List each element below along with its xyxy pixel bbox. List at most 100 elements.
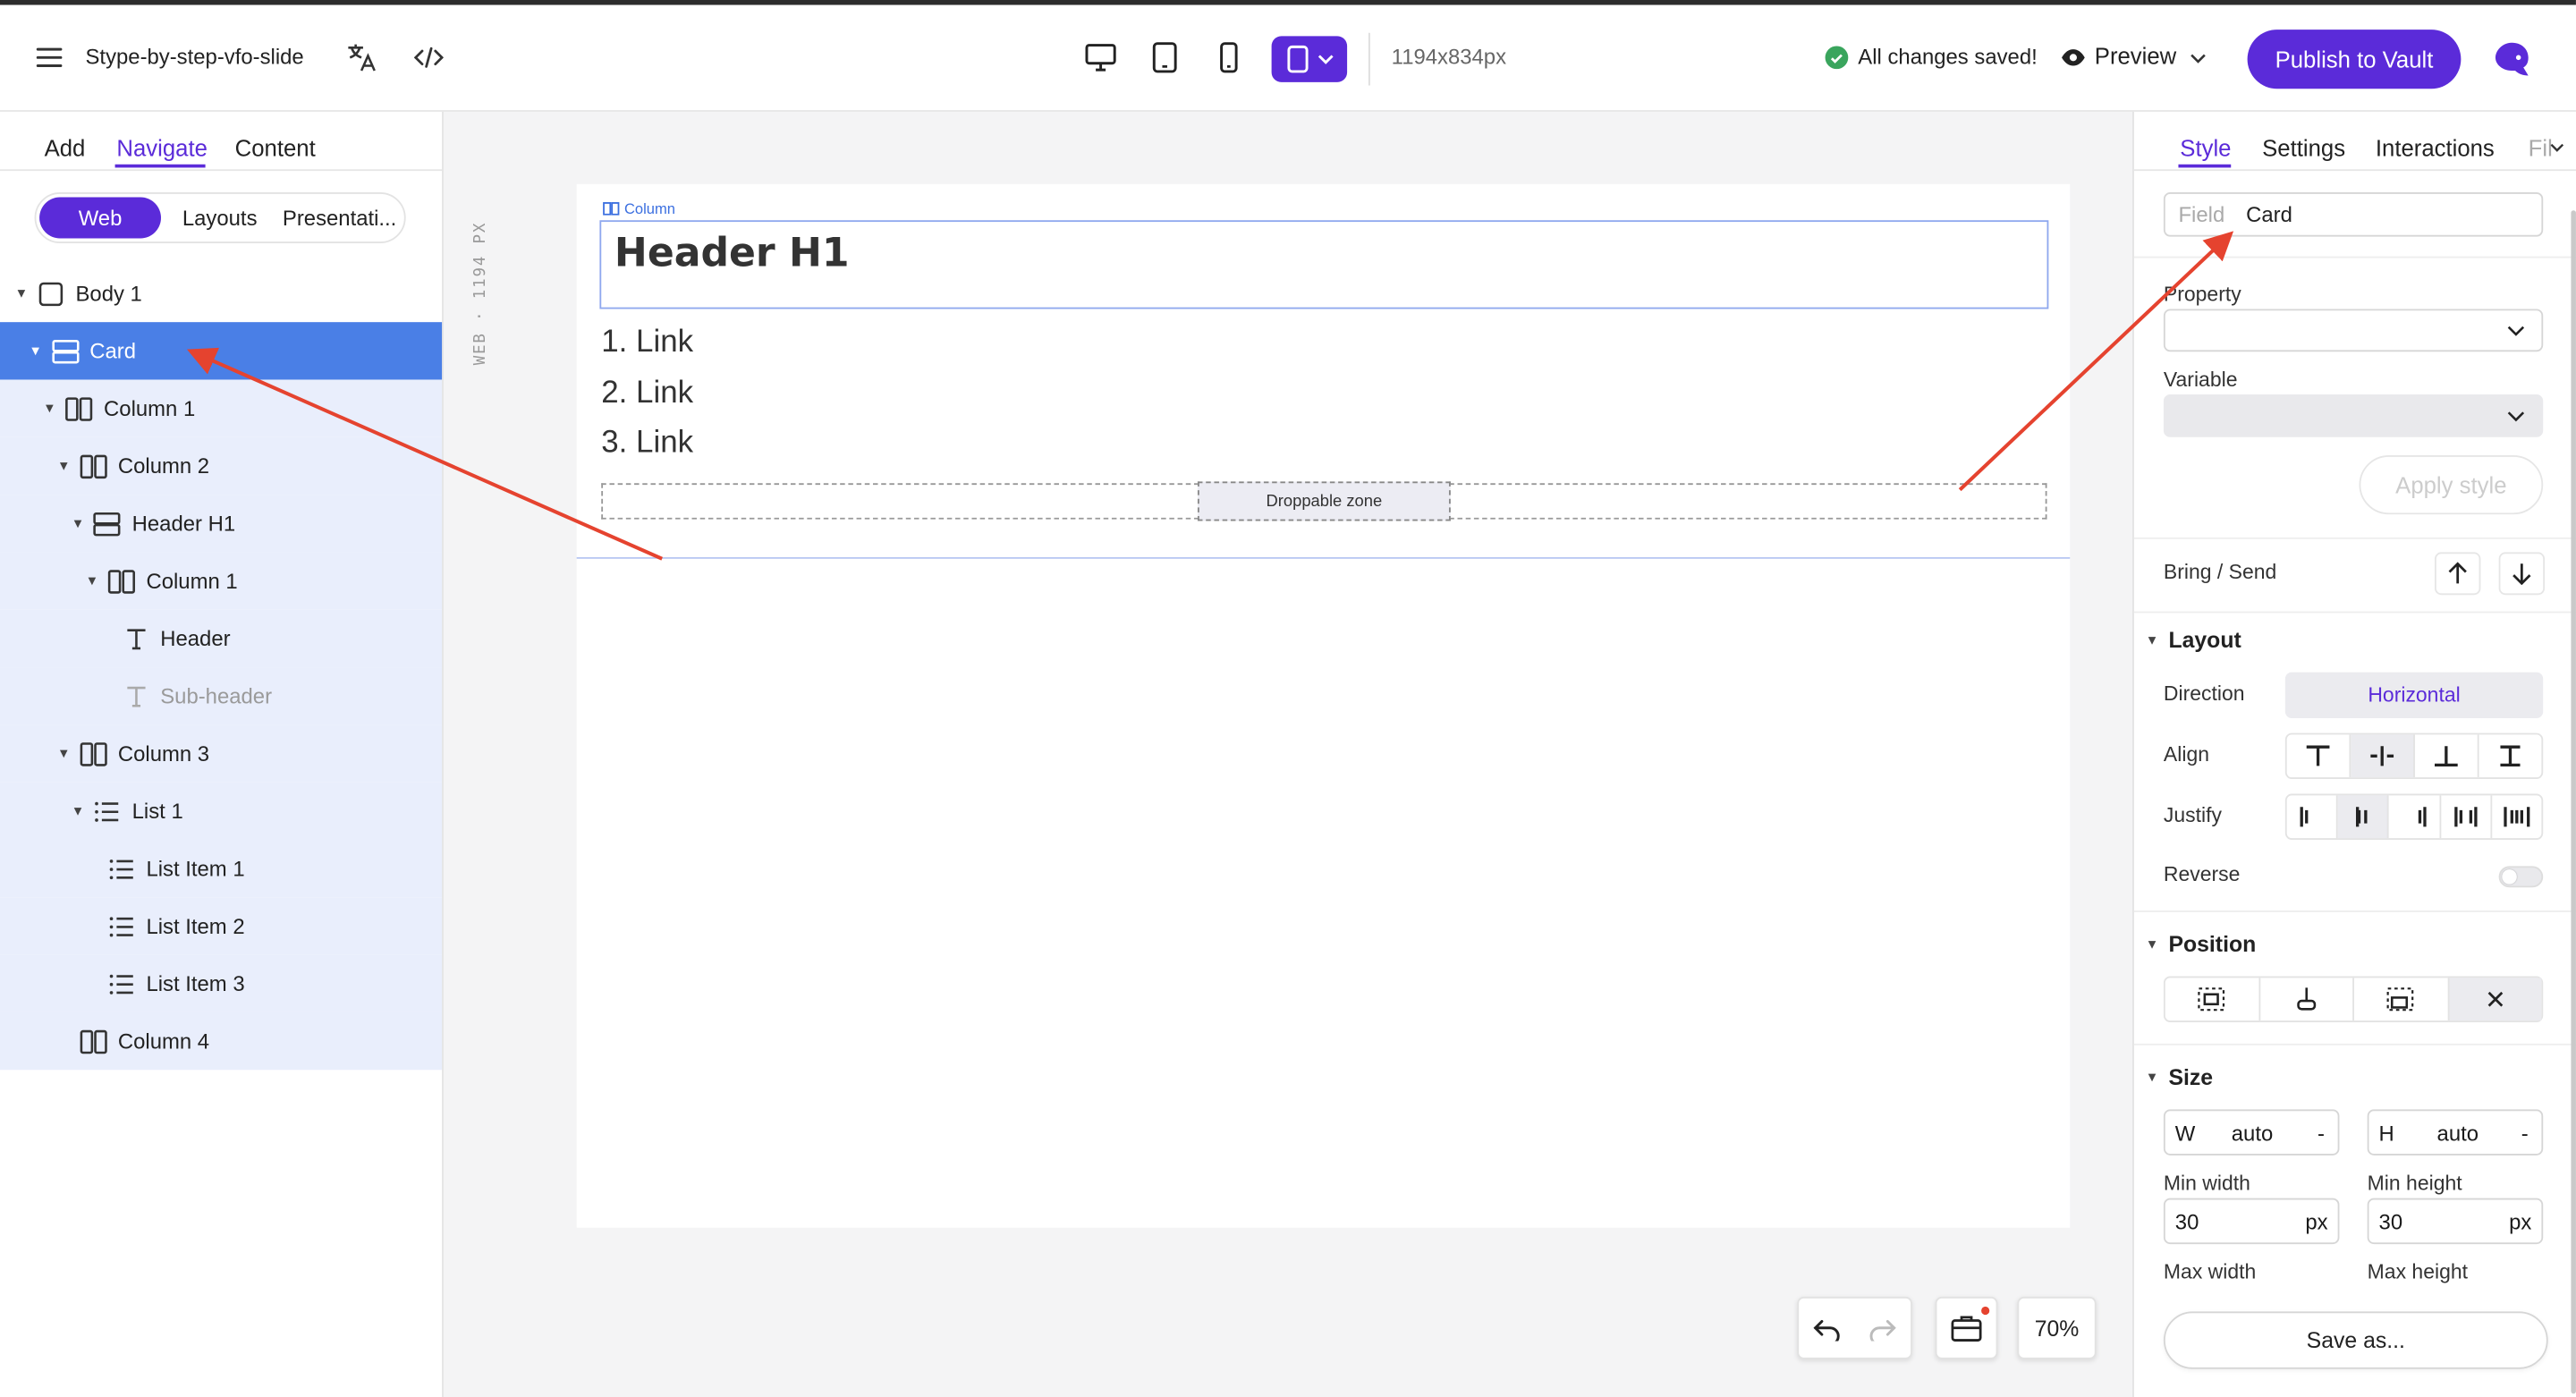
direction-label: Direction <box>2163 682 2245 706</box>
canvas-link-2[interactable]: 2. Link <box>601 369 693 419</box>
column-tag[interactable]: Column <box>603 200 675 217</box>
expand-caret-icon[interactable]: ▼ <box>13 286 30 301</box>
align-center-icon[interactable] <box>2351 734 2415 778</box>
min-width-unit[interactable]: px <box>2305 1209 2327 1234</box>
justify-center-icon[interactable] <box>2337 795 2390 839</box>
align-stretch-icon[interactable] <box>2479 734 2542 777</box>
custom-view-dropdown[interactable] <box>1271 36 1348 82</box>
tree-row[interactable]: ▼ Column 2 <box>0 436 443 495</box>
zoom-level[interactable]: 70% <box>2017 1296 2097 1359</box>
tab-content[interactable]: Content <box>235 135 316 161</box>
publish-button[interactable]: Publish to Vault <box>2247 30 2462 89</box>
direction-toggle[interactable]: Horizontal <box>2284 672 2544 719</box>
expand-caret-icon[interactable]: ▼ <box>55 459 72 474</box>
reverse-toggle[interactable] <box>2498 866 2544 888</box>
translate-icon[interactable] <box>342 38 381 77</box>
width-input[interactable]: W auto - <box>2163 1109 2340 1156</box>
field-input-label: Field <box>2178 202 2225 227</box>
position-sticky-icon[interactable] <box>2259 978 2354 1021</box>
tree-row[interactable]: ▼ Column 1 <box>0 552 443 610</box>
toggle-knob <box>2502 869 2517 885</box>
height-unit-dash[interactable]: - <box>2521 1120 2529 1145</box>
mode-layouts[interactable]: Layouts <box>182 206 258 231</box>
hamburger-menu-icon[interactable] <box>30 38 69 77</box>
justify-around-icon[interactable] <box>2492 795 2541 838</box>
position-relative-icon[interactable] <box>2165 978 2260 1021</box>
justify-label: Justify <box>2163 803 2223 827</box>
mobile-view-icon[interactable] <box>1209 38 1249 77</box>
canvas-link-list: 1. Link 2. Link 3. Link <box>601 318 693 469</box>
drop-zone-outline[interactable]: Droppable zone <box>601 481 2047 521</box>
canvas-header-h1[interactable]: Header H1 <box>614 230 850 275</box>
tabs-overflow-chevron-icon[interactable] <box>2548 140 2564 156</box>
size-section-header[interactable]: ▼ Size <box>2144 1065 2213 1090</box>
chevron-down-icon <box>1317 55 1333 64</box>
expand-caret-icon[interactable]: ▼ <box>70 516 86 531</box>
tree-row-label: List 1 <box>131 799 183 824</box>
tree-row-card-selected[interactable]: ▼ Card <box>0 322 443 380</box>
tree-row[interactable]: List Item 2 <box>0 897 443 955</box>
card-bottom-guide <box>576 556 2071 559</box>
mode-web[interactable]: Web <box>39 197 161 239</box>
layout-section-header[interactable]: ▼ Layout <box>2144 628 2241 653</box>
tab-add[interactable]: Add <box>45 135 86 161</box>
align-label: Align <box>2163 742 2209 766</box>
column-selection-outline[interactable]: Header H1 <box>599 220 2049 309</box>
preview-button[interactable]: Preview <box>2095 43 2176 69</box>
align-start-icon[interactable] <box>2287 734 2351 778</box>
tree-row[interactable]: ▼ List 1 <box>0 782 443 841</box>
position-absolute-icon[interactable] <box>2354 978 2449 1021</box>
tree-row[interactable]: List Item 3 <box>0 954 443 1012</box>
justify-between-icon[interactable] <box>2441 795 2492 839</box>
field-input[interactable]: Field Card <box>2163 191 2544 237</box>
tree-row[interactable]: Header <box>0 609 443 668</box>
expand-caret-icon[interactable]: ▼ <box>84 573 100 588</box>
position-section-header[interactable]: ▼ Position <box>2144 932 2256 957</box>
align-end-icon[interactable] <box>2415 734 2479 778</box>
tree-row[interactable]: List Item 1 <box>0 840 443 898</box>
width-unit-dash[interactable]: - <box>2318 1120 2325 1145</box>
mode-presentation[interactable]: Presentati... <box>283 206 396 231</box>
tree-row[interactable]: ▼ Column 1 <box>0 379 443 437</box>
undo-icon[interactable] <box>1809 1311 1844 1347</box>
min-width-input[interactable]: 30 px <box>2163 1198 2340 1245</box>
save-as-button[interactable]: Save as... <box>2163 1311 2548 1369</box>
canvas-link-1[interactable]: 1. Link <box>601 318 693 368</box>
tab-settings[interactable]: Settings <box>2262 135 2345 161</box>
property-select[interactable] <box>2163 309 2544 352</box>
send-backward-button[interactable] <box>2498 552 2546 596</box>
assets-button[interactable] <box>1935 1296 1998 1359</box>
tree-row[interactable]: Sub-header <box>0 667 443 725</box>
right-panel-scrollbar[interactable] <box>2571 210 2576 1394</box>
variable-select[interactable] <box>2163 394 2544 437</box>
expand-caret-icon[interactable]: ▼ <box>41 401 57 416</box>
tree-row[interactable]: ▼ Column 3 <box>0 724 443 783</box>
justify-start-icon[interactable] <box>2287 795 2338 839</box>
avatar[interactable] <box>2489 36 2535 81</box>
redo-icon[interactable] <box>1865 1311 1901 1347</box>
expand-caret-icon[interactable]: ▼ <box>27 343 43 359</box>
min-height-unit[interactable]: px <box>2509 1209 2531 1234</box>
document-name[interactable]: Stype-by-step-vfo-slide <box>86 45 304 70</box>
tree-row[interactable]: Column 4 <box>0 1012 443 1071</box>
tree-row[interactable]: ▼ Header H1 <box>0 495 443 553</box>
desktop-view-icon[interactable] <box>1081 38 1121 77</box>
position-none-icon[interactable] <box>2448 978 2542 1021</box>
bring-forward-button[interactable] <box>2434 552 2481 596</box>
list-icon <box>106 969 136 998</box>
tab-interactions[interactable]: Interactions <box>2376 135 2495 161</box>
tree-row[interactable]: ▼ Body 1 <box>0 265 442 322</box>
code-icon[interactable] <box>409 38 448 77</box>
height-input[interactable]: H auto - <box>2367 1109 2544 1156</box>
canvas-link-3[interactable]: 3. Link <box>601 419 693 470</box>
preview-chevron-down-icon[interactable] <box>2188 47 2207 67</box>
expand-caret-icon[interactable]: ▼ <box>70 804 86 819</box>
style-tab-underline <box>2178 164 2232 168</box>
justify-end-icon[interactable] <box>2389 795 2441 839</box>
min-height-input[interactable]: 30 px <box>2367 1198 2544 1245</box>
tablet-view-icon[interactable] <box>1145 38 1184 77</box>
apply-style-button[interactable]: Apply style <box>2359 455 2544 515</box>
tab-navigate[interactable]: Navigate <box>116 135 208 161</box>
expand-caret-icon[interactable]: ▼ <box>55 746 72 761</box>
tab-style[interactable]: Style <box>2180 135 2231 161</box>
